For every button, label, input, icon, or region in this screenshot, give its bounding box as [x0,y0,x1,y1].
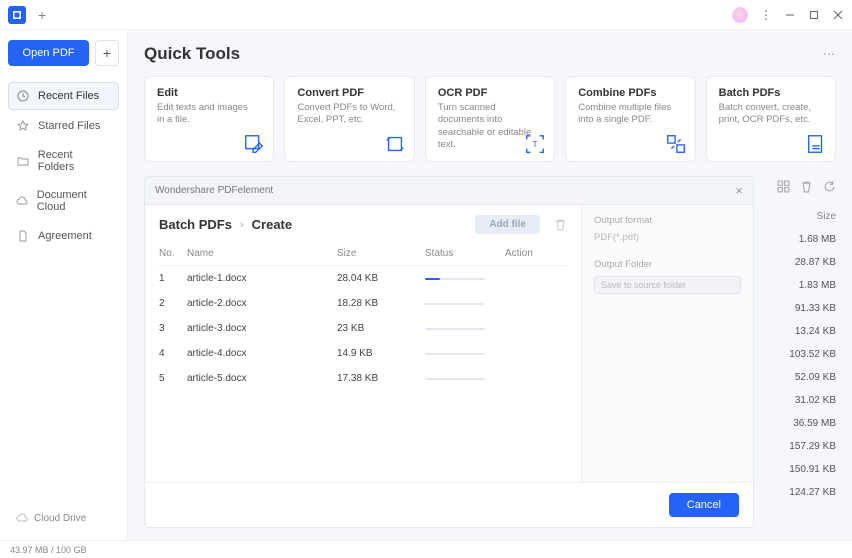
kebab-menu-icon[interactable]: ⋮ [760,9,772,21]
combine-icon [665,133,687,155]
cloud-icon [16,512,28,524]
file-size-column: Size 1.68 MB 28.87 KB 1.83 MB 91.33 KB 1… [764,180,836,530]
storage-text: 43.97 MB / 100 GB [10,545,87,555]
new-tab-button[interactable]: + [38,7,46,23]
sidebar-item-label: Agreement [38,230,92,242]
sidebar-item-agreement[interactable]: Agreement [8,222,119,250]
app-logo [8,6,26,24]
sidebar-item-document-cloud[interactable]: Document Cloud [8,182,119,220]
star-icon [16,119,30,133]
modal-title: Wondershare PDFelement [155,185,273,196]
grid-view-icon[interactable] [777,180,790,193]
statusbar: 43.97 MB / 100 GB [0,540,852,558]
close-button[interactable] [832,9,844,21]
chevron-right-icon: › [240,219,244,231]
cloud-icon [16,194,29,208]
sidebar-item-recent-folders[interactable]: Recent Folders [8,142,119,180]
sidebar-item-label: Document Cloud [37,189,111,213]
table-row[interactable]: 4 article-4.docx 14.9 KB [159,341,567,366]
modal-close-button[interactable]: × [735,183,743,198]
batch-icon [805,133,827,155]
batch-modal: Wondershare PDFelement × Batch PDFs › Cr… [144,176,754,528]
table-header: No. Name Size Status Action [159,242,567,266]
table-row[interactable]: 2 article-2.docx 18.28 KB [159,291,567,316]
maximize-button[interactable] [808,9,820,21]
sidebar: Open PDF + Recent Files Starred Files Re… [0,30,128,540]
more-menu-icon[interactable]: ⋯ [823,47,836,61]
edit-icon [243,133,265,155]
card-batch[interactable]: Batch PDFs Batch convert, create, print,… [706,76,836,162]
breadcrumb: Batch PDFs › Create Add file [159,215,567,234]
trash-icon[interactable] [554,218,567,231]
ocr-icon: T [524,133,546,155]
modal-sidebar: Output format PDF(*.pdf) Output Folder S… [581,205,753,482]
card-ocr[interactable]: OCR PDF Turn scanned documents into sear… [425,76,555,162]
page-title: Quick Tools [144,44,240,64]
card-convert[interactable]: Convert PDF Convert PDFs to Word, Excel,… [284,76,414,162]
sidebar-item-recent-files[interactable]: Recent Files [8,82,119,110]
convert-icon [384,133,406,155]
titlebar: + ⋮ [0,0,852,30]
breadcrumb-current: Create [252,217,292,232]
doc-icon [16,229,30,243]
table-row[interactable]: 1 article-1.docx 28.04 KB [159,266,567,291]
content-area: Quick Tools ⋯ Edit Edit texts and images… [128,30,852,540]
svg-text:T: T [533,140,538,149]
cancel-button[interactable]: Cancel [669,493,739,517]
column-header-size: Size [817,211,836,222]
sidebar-item-label: Starred Files [38,120,100,132]
table-row[interactable]: 3 article-3.docx 23 KB [159,316,567,341]
add-file-button[interactable]: Add file [475,215,540,234]
quick-tools-cards: Edit Edit texts and images in a file. Co… [144,76,836,162]
folder-icon [16,154,30,168]
add-button[interactable]: + [95,40,119,66]
open-pdf-button[interactable]: Open PDF [8,40,89,66]
sidebar-item-label: Recent Folders [38,149,111,173]
card-combine[interactable]: Combine PDFs Combine multiple files into… [565,76,695,162]
minimize-button[interactable] [784,9,796,21]
card-edit[interactable]: Edit Edit texts and images in a file. [144,76,274,162]
breadcrumb-root[interactable]: Batch PDFs [159,217,232,232]
sidebar-item-label: Recent Files [38,90,99,102]
output-format-label: Output format [594,215,741,226]
table-row[interactable]: 5 article-5.docx 17.38 KB [159,366,567,391]
modal-titlebar: Wondershare PDFelement × [144,176,754,205]
clock-icon [16,89,30,103]
sidebar-item-starred-files[interactable]: Starred Files [8,112,119,140]
user-avatar[interactable] [732,7,748,23]
refresh-icon[interactable] [823,180,836,193]
output-format-value: PDF(*.pdf) [594,232,741,243]
trash-icon[interactable] [800,180,813,193]
output-folder-field[interactable]: Save to source folder [594,276,741,294]
output-folder-label: Output Folder [594,259,741,270]
cloud-drive-link[interactable]: Cloud Drive [8,506,119,530]
